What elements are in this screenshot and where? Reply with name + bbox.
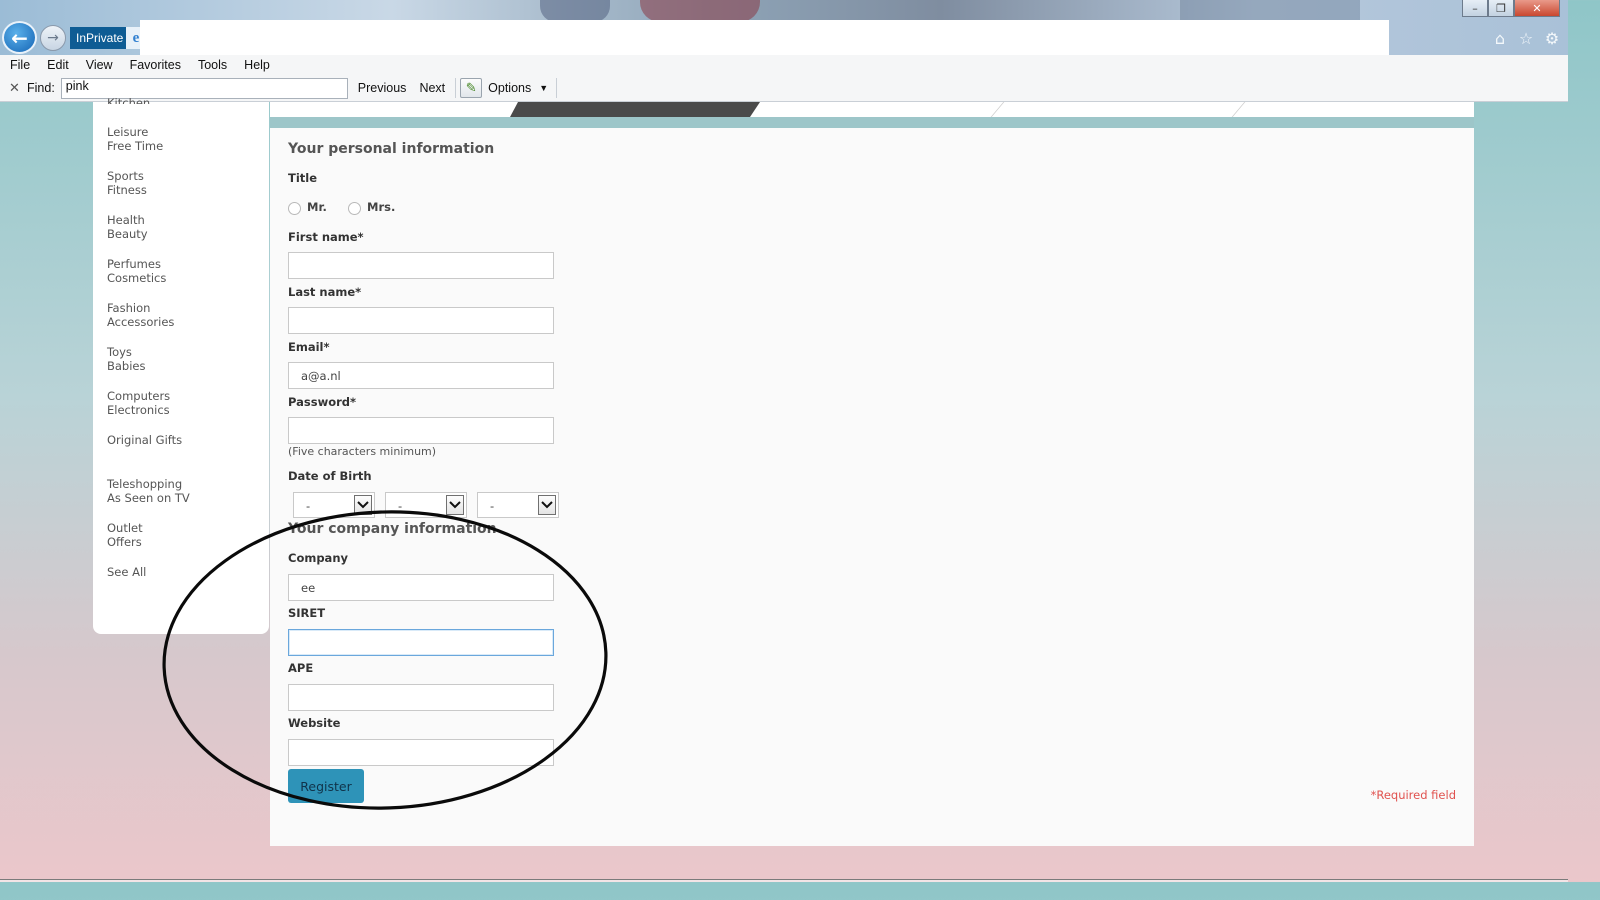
checkout-steps-strip [270,102,1474,117]
siret-field[interactable] [288,629,554,656]
last-name-label: Last name* [288,285,362,299]
menu-file[interactable]: File [10,58,30,72]
gear-icon[interactable]: ⚙ [1542,28,1562,48]
email-label: Email* [288,340,330,354]
inprivate-badge: InPrivate [70,27,130,49]
divider [556,78,558,98]
step-divider [1231,102,1246,117]
sidebar-item-leisure[interactable]: Leisure Free Time [107,125,163,153]
dob-year-value: - [490,499,495,513]
minimize-button[interactable]: – [1462,0,1488,17]
sidebar-item-teleshopping[interactable]: Teleshopping As Seen on TV [107,477,190,505]
forward-arrow-icon[interactable]: → [40,25,66,51]
title-mr-radio[interactable] [288,202,301,215]
close-window-button[interactable]: ✕ [1514,0,1560,17]
chevron-down-icon[interactable] [354,495,372,515]
website-label: Website [288,716,341,730]
sidebar-item-fashion[interactable]: Fashion Accessories [107,301,174,329]
star-icon[interactable]: ☆ [1516,28,1536,48]
first-name-label: First name* [288,230,364,244]
sidebar-item-outlet[interactable]: Outlet Offers [107,521,143,549]
find-bar: ✕ Find: pink Previous Next ✎ Options ▼ [0,75,1568,102]
sidebar-item-perfumes[interactable]: Perfumes Cosmetics [107,257,166,285]
sidebar-item-see-all[interactable]: See All [107,565,146,579]
dob-label: Date of Birth [288,469,372,483]
chevron-down-icon[interactable] [538,495,556,515]
dob-year-select[interactable]: - [477,492,559,518]
dob-day-select[interactable]: - [293,492,375,518]
divider [455,78,457,98]
company-info-heading: Your company information [288,521,497,537]
sidebar-item-original-gifts[interactable]: Original Gifts [107,433,182,447]
company-label: Company [288,551,348,565]
chevron-down-icon[interactable]: ▼ [539,83,548,93]
find-input[interactable]: pink [60,77,348,99]
title-bar-background-art [540,0,610,22]
ape-field[interactable] [288,684,554,711]
dob-month-value: - [398,499,403,513]
title-mrs-radio[interactable] [348,202,361,215]
website-field[interactable] [288,739,554,766]
back-arrow-icon[interactable]: ← [2,21,37,54]
find-next-button[interactable]: Next [419,81,445,95]
find-label: Find: [27,81,55,95]
register-button[interactable]: Register [288,769,364,803]
sidebar-item-health[interactable]: Health Beauty [107,213,148,241]
title-bar-background-art [1180,0,1360,22]
find-previous-button[interactable]: Previous [358,81,407,95]
title-mr-label: Mr. [307,200,327,214]
title-bar-background-art [640,0,760,22]
menu-tools[interactable]: Tools [198,58,227,72]
registration-form-panel: Your personal information Title Mr. Mrs.… [270,128,1474,846]
last-name-field[interactable] [288,307,554,334]
category-sidebar: Kitchen Leisure Free Time Sports Fitness… [93,96,269,634]
pencil-icon[interactable]: ✎ [460,78,483,98]
menu-help[interactable]: Help [244,58,270,72]
step-divider [990,102,1005,117]
dob-month-select[interactable]: - [385,492,467,518]
company-field[interactable]: ee [288,574,554,601]
window-controls: – ❐ ✕ [1462,0,1560,17]
menu-bar: File Edit View Favorites Tools Help [0,55,1568,75]
active-step-tab [510,102,760,117]
sidebar-item-computers[interactable]: Computers Electronics [107,389,170,417]
siret-label: SIRET [288,606,326,620]
menu-favorites[interactable]: Favorites [130,58,181,72]
find-options-button[interactable]: Options [488,81,531,95]
browser-toolbar-icons: ⌂ ☆ ⚙ [1490,28,1562,48]
sidebar-item-toys[interactable]: Toys Babies [107,345,146,373]
first-name-field[interactable] [288,252,554,279]
chevron-down-icon[interactable] [446,495,464,515]
home-icon[interactable]: ⌂ [1490,28,1510,48]
close-icon[interactable]: ✕ [9,80,21,96]
sidebar-item-sports[interactable]: Sports Fitness [107,169,147,197]
page-bottom-edge [0,879,1568,882]
email-field[interactable]: a@a.nl [288,362,554,389]
password-label: Password* [288,395,357,409]
header-band [270,117,1474,128]
sidebar-item-kitchen[interactable]: Kitchen [107,96,150,104]
restore-button[interactable]: ❐ [1488,0,1514,17]
password-hint: (Five characters minimum) [288,445,437,458]
ape-label: APE [288,661,314,675]
password-field[interactable] [288,417,554,444]
required-field-note: *Required field [1370,788,1456,802]
personal-info-heading: Your personal information [288,141,495,157]
dob-day-value: - [306,499,311,513]
menu-edit[interactable]: Edit [47,58,69,72]
menu-view[interactable]: View [86,58,113,72]
title-mrs-label: Mrs. [367,200,396,214]
title-label: Title [288,171,318,185]
